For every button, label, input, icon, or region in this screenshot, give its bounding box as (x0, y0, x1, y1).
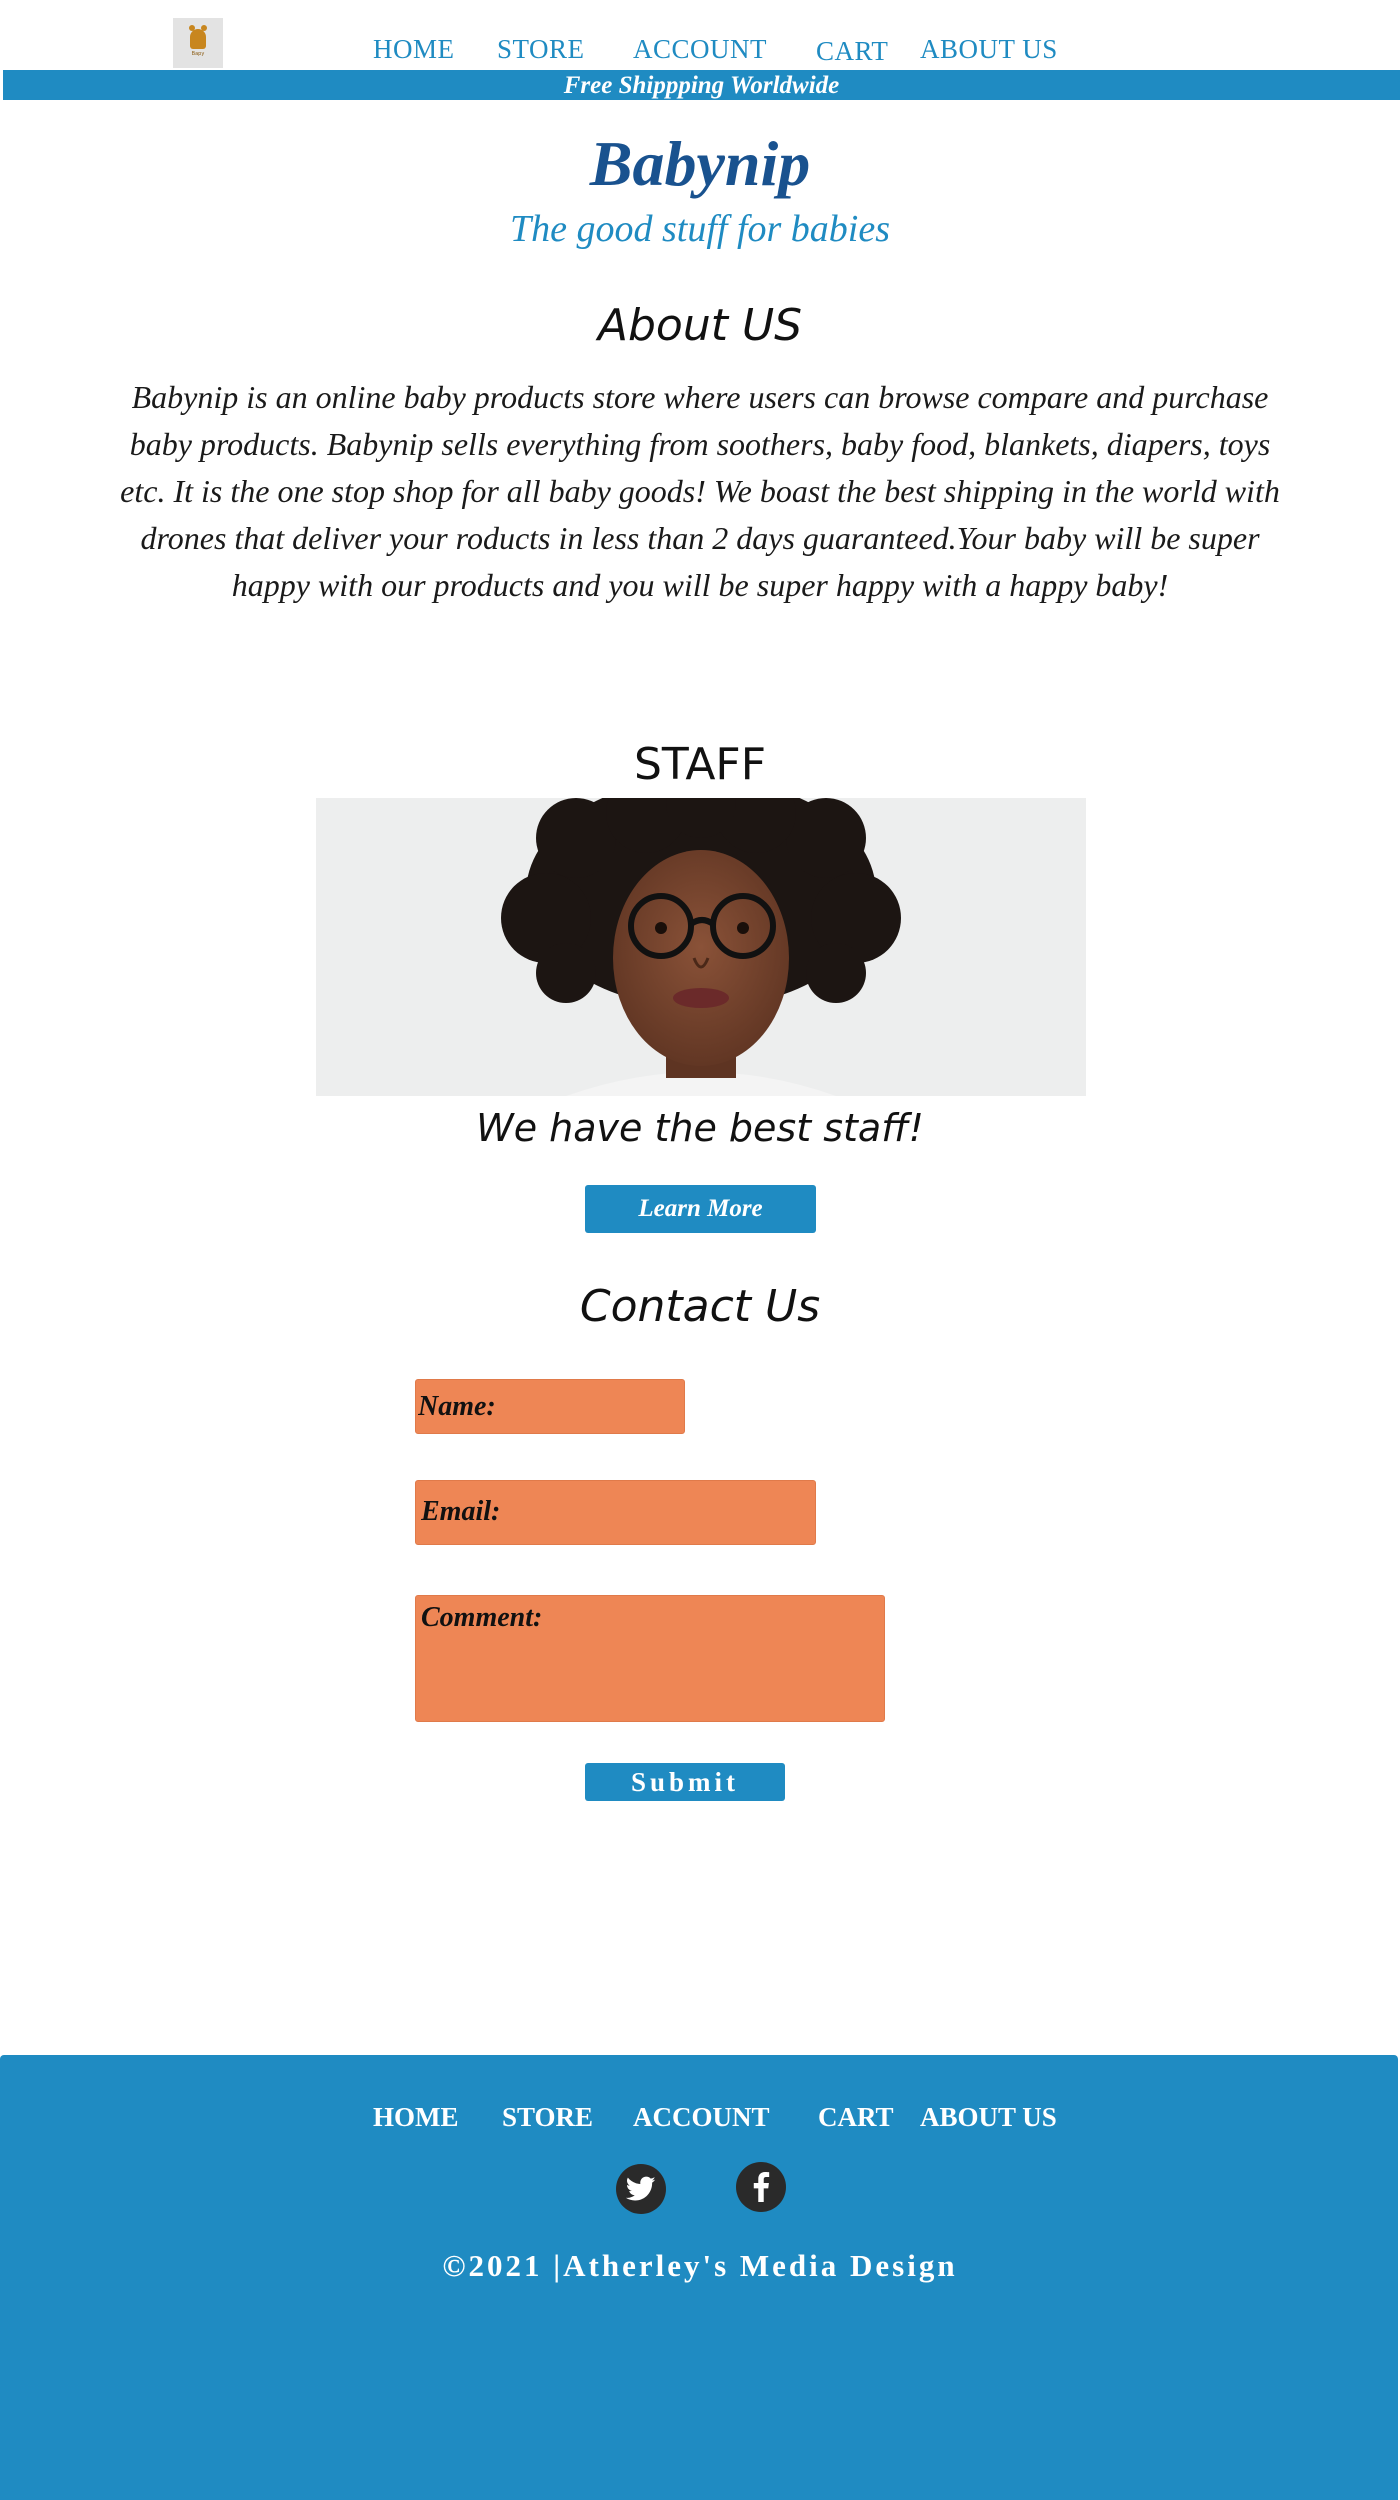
submit-button[interactable]: Submit (585, 1763, 785, 1801)
nav-cart[interactable]: CART (816, 36, 888, 67)
footer-nav-account[interactable]: ACCOUNT (633, 2102, 770, 2133)
logo-text: Bapy (191, 51, 205, 57)
staff-heading: STAFF (633, 739, 767, 790)
learn-more-button[interactable]: Learn More (585, 1185, 816, 1233)
contact-heading: Contact Us (579, 1281, 821, 1332)
copyright-text: ©2021 |Atherley's Media Design (442, 2248, 958, 2283)
comment-field[interactable] (415, 1595, 885, 1722)
staff-photo (316, 798, 1086, 1096)
footer-nav-cart[interactable]: CART (818, 2102, 894, 2133)
twitter-bird-glyph (626, 2176, 656, 2201)
nav-about-us[interactable]: ABOUT US (920, 34, 1058, 65)
nav-home[interactable]: HOME (373, 34, 455, 65)
about-heading: About US (597, 300, 803, 351)
nav-store[interactable]: STORE (497, 34, 585, 65)
staff-portrait-image (316, 798, 1086, 1096)
staff-caption: We have the best staff! (476, 1106, 924, 1150)
site-logo[interactable]: Bapy (173, 18, 223, 68)
footer-nav-home[interactable]: HOME (373, 2102, 459, 2133)
facebook-icon[interactable] (736, 2162, 786, 2212)
footer-nav-about-us[interactable]: ABOUT US (920, 2102, 1057, 2133)
brand-title: Babynip (589, 128, 811, 199)
footer-nav-store[interactable]: STORE (502, 2102, 593, 2133)
about-paragraph: Babynip is an online baby products store… (120, 379, 1280, 603)
bear-logo-icon (189, 25, 207, 49)
facebook-f-glyph (753, 2172, 770, 2202)
twitter-icon[interactable] (616, 2164, 666, 2214)
name-field[interactable] (415, 1379, 685, 1434)
email-field[interactable] (415, 1480, 816, 1545)
nav-account[interactable]: ACCOUNT (633, 34, 767, 65)
shipping-banner: Free Shippping Worldwide (3, 70, 1400, 100)
tagline: The good stuff for babies (509, 208, 891, 250)
